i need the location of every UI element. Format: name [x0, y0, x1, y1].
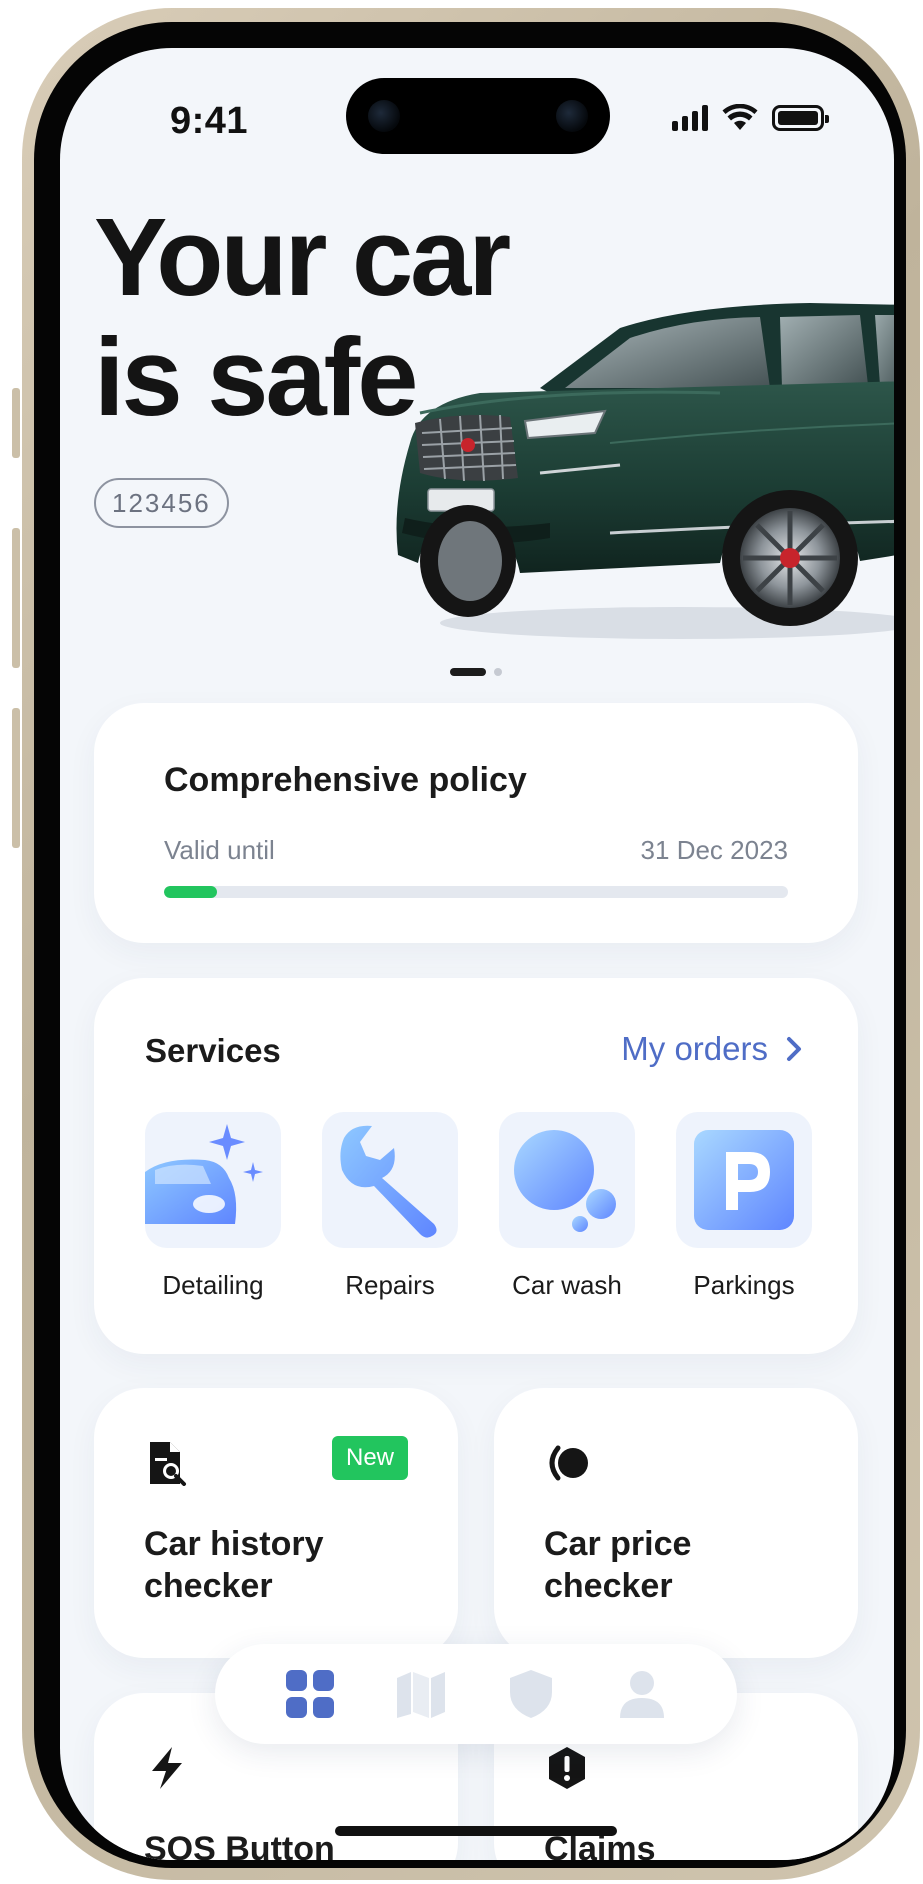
services-card: Services My orders Detailing Repairs Car…: [94, 978, 858, 1354]
service-detailing[interactable]: Detailing: [145, 1112, 281, 1301]
policy-title: Comprehensive policy: [164, 761, 527, 799]
carousel-dot-active[interactable]: [450, 668, 486, 676]
shield-icon: [510, 1670, 553, 1718]
tab-home[interactable]: [282, 1666, 338, 1722]
coin-icon: [549, 1445, 588, 1481]
service-repairs[interactable]: Repairs: [322, 1112, 458, 1301]
policy-card[interactable]: Comprehensive policy Valid until 31 Dec …: [94, 703, 858, 943]
bubbles-icon: [499, 1112, 635, 1248]
carousel-dot[interactable]: [494, 668, 502, 676]
cellular-signal-icon: [672, 105, 708, 131]
user-icon: [619, 1671, 664, 1718]
home-indicator[interactable]: [335, 1826, 617, 1836]
front-camera-icon: [556, 100, 588, 132]
service-parkings[interactable]: Parkings: [676, 1112, 812, 1301]
plate-number-chip[interactable]: 123456: [94, 478, 229, 528]
car-sparkle-icon: [145, 1112, 281, 1248]
policy-progress-fill: [164, 886, 218, 898]
service-label: Parkings: [693, 1270, 795, 1300]
parking-icon: [676, 1112, 812, 1248]
new-badge: New: [331, 1436, 408, 1480]
action-button: [12, 388, 20, 458]
lightning-icon: [152, 1747, 182, 1789]
chevron-right-icon: [787, 1037, 801, 1061]
volume-down-button: [12, 708, 20, 848]
status-time: 9:41: [170, 100, 249, 142]
tab-insurance[interactable]: [503, 1666, 559, 1722]
services-title: Services: [145, 1032, 281, 1069]
face-sensor: [368, 100, 400, 132]
tab-map[interactable]: [393, 1666, 449, 1722]
wrench-icon: [322, 1112, 458, 1248]
my-orders-link[interactable]: My orders: [621, 1030, 802, 1068]
bottom-tab-bar: [215, 1644, 737, 1744]
grid-icon: [286, 1670, 335, 1718]
car-price-checker-card[interactable]: Car price checker: [494, 1388, 858, 1658]
car-history-checker-card[interactable]: New Car history checker: [94, 1388, 458, 1658]
car-image: [390, 293, 894, 653]
valid-until-label: Valid until: [164, 835, 275, 865]
policy-validity-row: Valid until 31 Dec 2023: [164, 835, 788, 866]
dynamic-island: [346, 78, 610, 154]
service-label: Car wash: [512, 1270, 622, 1300]
document-search-icon: [150, 1442, 186, 1486]
battery-icon: [772, 105, 829, 131]
policy-progress-bar: [164, 886, 788, 898]
valid-until-date: 31 Dec 2023: [640, 835, 788, 865]
service-label: Detailing: [162, 1270, 264, 1300]
tab-profile[interactable]: [614, 1666, 670, 1722]
carousel-indicator[interactable]: [450, 668, 502, 676]
service-label: Repairs: [345, 1270, 435, 1300]
feature-title: Car history checker: [144, 1525, 324, 1605]
service-car-wash[interactable]: Car wash: [499, 1112, 635, 1301]
services-grid: Detailing Repairs Car wash Parkings: [145, 1112, 812, 1301]
alert-icon: [549, 1747, 585, 1789]
status-icons: [672, 104, 829, 132]
map-icon: [396, 1672, 445, 1718]
app-screen: 9:41 Your car is safe 123456 Comprehensi…: [60, 48, 894, 1860]
wifi-icon: [722, 104, 758, 130]
my-orders-label: My orders: [621, 1030, 768, 1067]
volume-up-button: [12, 528, 20, 668]
feature-title: Car price checker: [544, 1525, 692, 1605]
